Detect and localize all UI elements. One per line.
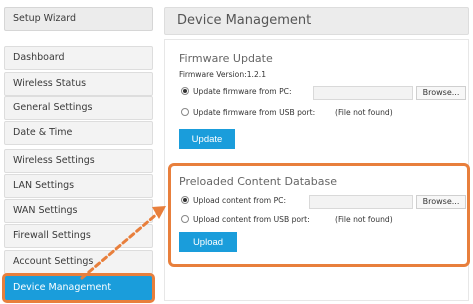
content-usb-status: (File not found) [335, 215, 393, 224]
sidebar: Setup Wizard Dashboard Wireless Status G… [2, 7, 155, 303]
sidebar-item-setup-wizard[interactable]: Setup Wizard [4, 7, 153, 31]
sidebar-item-account-settings[interactable]: Account Settings [4, 250, 153, 274]
firmware-usb-status: (File not found) [335, 108, 393, 117]
firmware-file-input[interactable] [313, 86, 413, 100]
radio-update-from-pc[interactable] [181, 87, 189, 95]
sidebar-item-dashboard[interactable]: Dashboard [4, 46, 153, 70]
sidebar-item-general-settings[interactable]: General Settings [4, 96, 153, 120]
radio-update-from-usb[interactable] [181, 108, 189, 116]
upload-from-usb-label: Upload content from USB port: [193, 215, 310, 224]
content-upload-button[interactable]: Upload [179, 232, 237, 252]
page-title: Device Management [164, 7, 469, 35]
update-from-usb-label: Update firmware from USB port: [193, 108, 316, 117]
sidebar-item-lan-settings[interactable]: LAN Settings [4, 174, 153, 198]
firmware-update-title: Firmware Update [179, 52, 273, 65]
firmware-version: Firmware Version:1.2.1 [179, 70, 267, 79]
preloaded-content-title: Preloaded Content Database [179, 175, 337, 188]
upload-from-pc-label: Upload content from PC: [193, 196, 287, 205]
firmware-browse-button[interactable]: Browse... [416, 86, 466, 100]
update-from-pc-label: Update firmware from PC: [193, 87, 292, 96]
radio-upload-from-pc[interactable] [181, 196, 189, 204]
firmware-update-button[interactable]: Update [179, 129, 235, 149]
main-panel: Firmware Update Firmware Version:1.2.1 U… [164, 39, 469, 301]
device-management-highlight [2, 273, 155, 303]
sidebar-item-wireless-settings[interactable]: Wireless Settings [4, 149, 153, 173]
sidebar-item-date-time[interactable]: Date & Time [4, 121, 153, 145]
content-file-input[interactable] [309, 195, 413, 209]
content-browse-button[interactable]: Browse... [416, 195, 466, 209]
sidebar-item-wireless-status[interactable]: Wireless Status [4, 72, 153, 96]
radio-upload-from-usb[interactable] [181, 215, 189, 223]
sidebar-item-wan-settings[interactable]: WAN Settings [4, 199, 153, 223]
sidebar-item-firewall-settings[interactable]: Firewall Settings [4, 224, 153, 248]
